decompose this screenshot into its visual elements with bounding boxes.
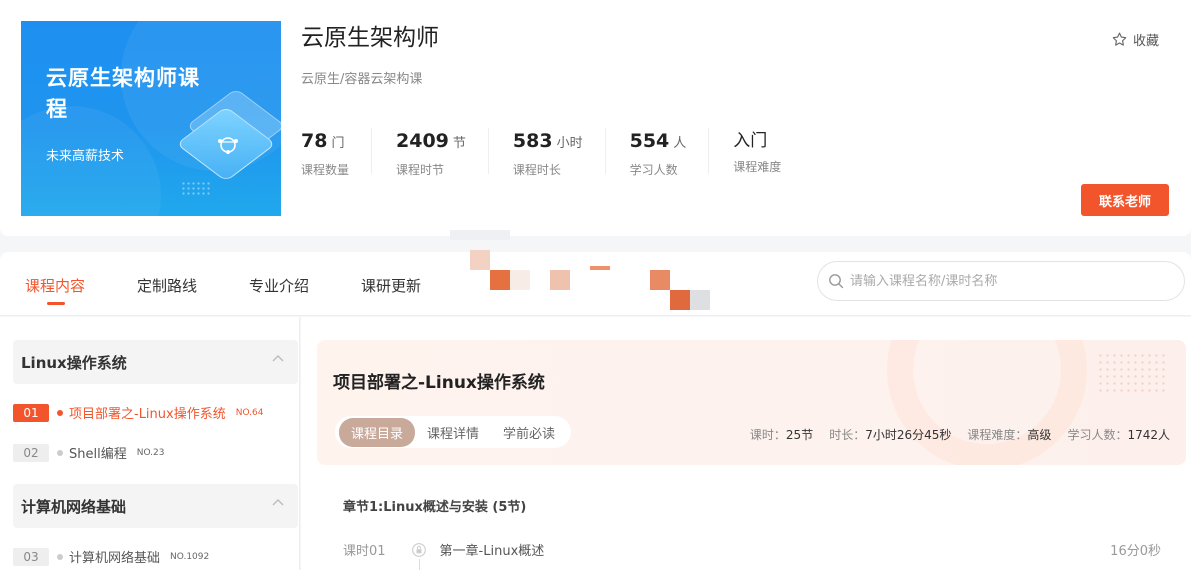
- stat-difficulty: 入门 课程难度: [733, 131, 782, 174]
- stat-lesson-count: 2409 节 课程时节: [396, 128, 489, 177]
- lesson-number: NO.23: [136, 447, 165, 458]
- lesson-name: 项目部署之-Linux操作系统: [69, 407, 226, 422]
- course-title: 云原生架构师: [301, 25, 439, 51]
- tab-research-update[interactable]: 课研更新: [361, 275, 421, 296]
- lesson-row[interactable]: 课时01 第一章-Linux概述 16分0秒: [343, 540, 1161, 559]
- banner-decoration: [887, 340, 1087, 465]
- meta-lessons: 课时：25节: [749, 428, 814, 442]
- tab-course-content[interactable]: 课程内容: [25, 275, 85, 305]
- detail-meta: 课时：25节 时长：7小时26分45秒 课程难度：高级 学习人数：1742人: [750, 426, 1170, 443]
- lesson-dot: [57, 409, 63, 416]
- lock-icon: [411, 542, 426, 557]
- detail-title: 项目部署之-Linux操作系统: [333, 373, 545, 393]
- lesson-dot: [57, 553, 63, 560]
- subtab-prerequisites[interactable]: 学前必读: [491, 418, 567, 447]
- chapter-title: 计算机网络基础: [21, 497, 127, 516]
- sidebar-lesson-03[interactable]: 03 计算机网络基础 NO.1092: [13, 547, 209, 566]
- star-icon: [1112, 32, 1127, 46]
- cover-subtitle: 未来高薪技术: [46, 149, 125, 164]
- cloud-network-icon: [175, 88, 281, 182]
- subtab-catalog[interactable]: 课程目录: [339, 417, 416, 447]
- chapter-linux[interactable]: Linux操作系统: [13, 340, 298, 384]
- course-search-box[interactable]: [817, 261, 1185, 301]
- search-icon: [829, 274, 844, 289]
- course-header-card: 云原生架构师课程 未来高薪技术 云原生架构师 云原生/容器云架构课 收藏 78 门…: [0, 0, 1191, 236]
- meta-duration: 时长：7小时26分45秒: [829, 428, 952, 442]
- lesson-index: 02: [13, 443, 49, 462]
- timeline-line: [419, 559, 420, 570]
- sidebar-lesson-01[interactable]: 01 项目部署之-Linux操作系统 NO.64: [13, 403, 263, 422]
- sidebar-lesson-02[interactable]: 02 Shell编程 NO.23: [13, 443, 164, 462]
- stat-learners: 554 人 学习人数: [630, 128, 710, 177]
- lesson-index: 03: [13, 547, 49, 566]
- contact-teacher-button[interactable]: 联系老师: [1081, 184, 1169, 216]
- chapter-sidebar: Linux操作系统 01 项目部署之-Linux操作系统 NO.64 02 Sh…: [0, 317, 300, 570]
- subtab-details[interactable]: 课程详情: [415, 418, 491, 447]
- stat-course-count: 78 门 课程数量: [301, 128, 373, 177]
- favorite-button[interactable]: 收藏: [1111, 30, 1159, 49]
- tab-custom-route[interactable]: 定制路线: [137, 275, 197, 296]
- lesson-index: 01: [13, 403, 49, 422]
- chapter-title: Linux操作系统: [21, 353, 127, 372]
- banner-dot-pattern: [1097, 352, 1167, 392]
- meta-learners: 学习人数：1742人: [1067, 428, 1170, 442]
- lesson-row-duration: 16分0秒: [1110, 544, 1161, 559]
- section-title[interactable]: 章节1:Linux概述与安装 (5节): [343, 496, 526, 515]
- course-detail-banner: 项目部署之-Linux操作系统 课程目录 课程详情 学前必读 课时：25节 时长…: [317, 340, 1186, 465]
- lesson-name: 计算机网络基础: [69, 551, 161, 566]
- tab-major-intro[interactable]: 专业介绍: [249, 275, 309, 296]
- course-tabs-bar: 课程内容 定制路线 专业介绍 课研更新: [0, 252, 1191, 316]
- chevron-up-icon: [272, 355, 284, 362]
- course-cover-image[interactable]: 云原生架构师课程 未来高薪技术: [21, 21, 281, 216]
- meta-difficulty: 课程难度：高级: [967, 428, 1052, 442]
- lesson-name: Shell编程: [69, 447, 127, 462]
- cover-dot-pattern: [181, 181, 211, 197]
- course-stats: 78 门 课程数量 2409 节 课程时节 583 小时 课程时长 554 人 学习人数…: [301, 128, 827, 177]
- lesson-row-index: 课时01: [343, 544, 386, 559]
- lesson-dot: [57, 449, 63, 456]
- lesson-number: NO.64: [235, 407, 264, 418]
- course-detail-panel: 项目部署之-Linux操作系统 课程目录 课程详情 学前必读 课时：25节 时长…: [301, 317, 1191, 570]
- chapter-network[interactable]: 计算机网络基础: [13, 484, 298, 528]
- lesson-row-name: 第一章-Linux概述: [439, 544, 545, 559]
- favorite-label: 收藏: [1133, 34, 1160, 49]
- lesson-number: NO.1092: [170, 551, 210, 562]
- detail-subtabs: 课程目录 课程详情 学前必读: [335, 416, 572, 448]
- stat-duration: 583 小时 课程时长: [513, 128, 606, 177]
- search-input[interactable]: [850, 273, 1150, 289]
- chevron-up-icon: [272, 499, 284, 506]
- course-category[interactable]: 云原生/容器云架构课: [301, 68, 422, 87]
